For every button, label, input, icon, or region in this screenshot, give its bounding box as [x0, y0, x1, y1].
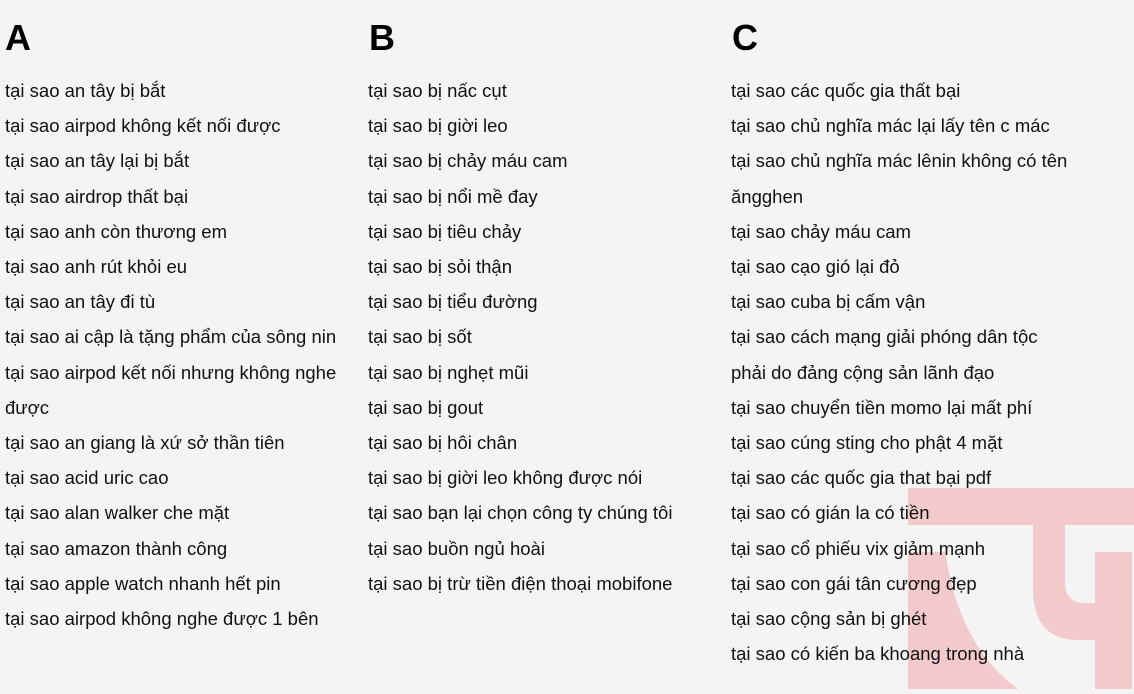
keyword-link[interactable]: tại sao an tây bị bắt [5, 73, 355, 108]
keyword-link[interactable]: tại sao chủ nghĩa mác lại lấy tên c mác [731, 108, 1071, 143]
keyword-link[interactable]: tại sao bị trừ tiền điện thoại mobifone [368, 566, 718, 601]
keyword-link[interactable]: tại sao bị gout [368, 390, 718, 425]
keyword-link[interactable]: tại sao bị sỏi thận [368, 249, 718, 284]
keyword-link[interactable]: tại sao bị tiểu đường [368, 284, 718, 319]
keyword-link[interactable]: tại sao cộng sản bị ghét [731, 601, 1071, 636]
keyword-link[interactable]: tại sao cuba bị cấm vận [731, 284, 1071, 319]
keyword-list: tại sao an tây bị bắt tại sao airpod khôn… [5, 73, 355, 636]
keyword-columns: A tại sao an tây bị bắt tại sao airpod kh… [0, 0, 1134, 689]
keyword-link[interactable]: tại sao bị hôi chân [368, 425, 718, 460]
keyword-link[interactable]: tại sao buồn ngủ hoài [368, 531, 718, 566]
keyword-link[interactable]: tại sao các quốc gia thất bại [731, 73, 1071, 108]
column-letter-heading: A [5, 17, 31, 58]
keyword-link[interactable]: tại sao chuyển tiền momo lại mất phí [731, 390, 1071, 425]
keyword-link[interactable]: tại sao acid uric cao [5, 460, 355, 495]
keyword-link[interactable]: tại sao alan walker che mặt [5, 495, 355, 530]
keyword-link[interactable]: tại sao airpod kết nối nhưng không nghe … [5, 355, 355, 425]
keyword-link[interactable]: tại sao chủ nghĩa mác lênin không có tên… [731, 143, 1071, 213]
column-letter-heading: C [732, 17, 758, 58]
keyword-link[interactable]: tại sao cách mạng giải phóng dân tộc phả… [731, 319, 1071, 389]
keyword-link[interactable]: tại sao có gián la có tiền [731, 495, 1071, 530]
keyword-link[interactable]: tại sao con gái tân cương đẹp [731, 566, 1071, 601]
keyword-link[interactable]: tại sao bị giời leo [368, 108, 718, 143]
keyword-link[interactable]: tại sao airdrop thất bại [5, 179, 355, 214]
keyword-link[interactable]: tại sao an tây đi tù [5, 284, 355, 319]
keyword-link[interactable]: tại sao bị giời leo không được nói [368, 460, 718, 495]
keyword-link[interactable]: tại sao an tây lại bị bắt [5, 143, 355, 178]
keyword-link[interactable]: tại sao bạn lại chọn công ty chúng tôi [368, 495, 718, 530]
column-letter-heading: B [369, 17, 395, 58]
keyword-link[interactable]: tại sao bị nổi mề đay [368, 179, 718, 214]
keyword-link[interactable]: tại sao các quốc gia that bại pdf [731, 460, 1071, 495]
keyword-link[interactable]: tại sao cổ phiếu vix giảm mạnh [731, 531, 1071, 566]
keyword-link[interactable]: tại sao bị tiêu chảy [368, 214, 718, 249]
keyword-link[interactable]: tại sao airpod không nghe được 1 bên [5, 601, 355, 636]
keyword-list: tại sao các quốc gia thất bại tại sao chủ… [731, 73, 1071, 671]
keyword-link[interactable]: tại sao bị nghẹt mũi [368, 355, 718, 390]
keyword-link[interactable]: tại sao anh rút khỏi eu [5, 249, 355, 284]
keyword-list: tại sao bị nấc cụt tại sao bị giời leo tại… [368, 73, 718, 601]
keyword-link[interactable]: tại sao bị nấc cụt [368, 73, 718, 108]
keyword-link[interactable]: tại sao amazon thành công [5, 531, 355, 566]
keyword-link[interactable]: tại sao cúng sting cho phật 4 mặt [731, 425, 1071, 460]
keyword-link[interactable]: tại sao anh còn thương em [5, 214, 355, 249]
keyword-link[interactable]: tại sao airpod không kết nối được [5, 108, 355, 143]
keyword-link[interactable]: tại sao apple watch nhanh hết pin [5, 566, 355, 601]
keyword-link[interactable]: tại sao ai cập là tặng phẩm của sông nin [5, 319, 355, 354]
keyword-link[interactable]: tại sao cạo gió lại đỏ [731, 249, 1071, 284]
keyword-link[interactable]: tại sao bị sốt [368, 319, 718, 354]
keyword-link[interactable]: tại sao có kiến ba khoang trong nhà [731, 636, 1071, 671]
keyword-link[interactable]: tại sao bị chảy máu cam [368, 143, 718, 178]
keyword-link[interactable]: tại sao an giang là xứ sở thần tiên [5, 425, 355, 460]
keyword-link[interactable]: tại sao chảy máu cam [731, 214, 1071, 249]
